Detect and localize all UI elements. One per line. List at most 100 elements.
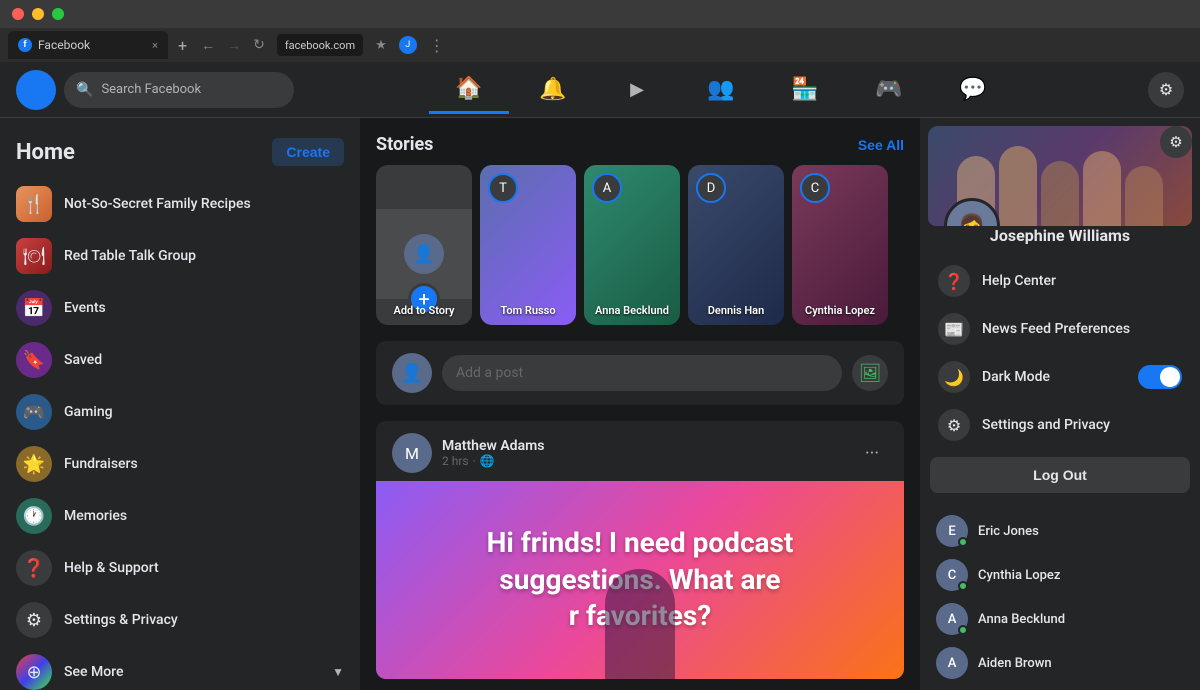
minimize-button[interactable] (32, 8, 44, 20)
dark-mode-toggle[interactable] (1138, 365, 1182, 389)
dark-mode-label: Dark Mode (982, 369, 1050, 385)
story-tom-russo[interactable]: T Tom Russo (480, 165, 576, 325)
sidebar-item-label: Settings & Privacy (64, 612, 178, 628)
fundraisers-icon: 🌟 (16, 446, 52, 482)
post-header: M Matthew Adams 2 hrs · 🌐 ··· (376, 421, 904, 481)
settings-privacy-label: Settings and Privacy (982, 417, 1110, 433)
nav-marketplace[interactable]: 🏪 (765, 66, 845, 114)
home-icon: 🏠 (455, 76, 482, 101)
sidebar-item-memories[interactable]: 🕐 Memories (8, 490, 352, 542)
profile-banner: 👩 (928, 126, 1192, 226)
sidebar-item-saved[interactable]: 🔖 Saved (8, 334, 352, 386)
online-indicator (958, 625, 968, 635)
see-all-button[interactable]: See All (858, 137, 904, 153)
logout-button[interactable]: Log Out (930, 457, 1190, 493)
sidebar-item-label: Not-So-Secret Family Recipes (64, 196, 251, 212)
sidebar-item-settings[interactable]: ⚙ Settings & Privacy (8, 594, 352, 646)
maximize-button[interactable] (52, 8, 64, 20)
browser-profile-icon[interactable]: J (399, 36, 417, 54)
nav-right: ⚙ (1148, 72, 1184, 108)
post-input[interactable]: Add a post (442, 355, 842, 391)
contact-betty-chen[interactable]: B Betty Chen (928, 685, 1192, 690)
post-placeholder: Add a post (456, 365, 523, 381)
sidebar-item-help[interactable]: ❓ Help & Support (8, 542, 352, 594)
top-navigation: 🔍 Search Facebook 🏠 🔔 ▶ 👥 🏪 🎮 � (0, 62, 1200, 118)
contact-aiden-brown[interactable]: A Aiden Brown (928, 641, 1192, 685)
post-author-name: Matthew Adams (442, 438, 846, 454)
create-button[interactable]: Create (272, 138, 344, 166)
news-feed-prefs-item[interactable]: 📰 News Feed Preferences (928, 305, 1192, 353)
contact-cynthia-lopez[interactable]: C Cynthia Lopez (928, 553, 1192, 597)
settings-privacy-item[interactable]: ⚙ Settings and Privacy (928, 401, 1192, 449)
post-media-button[interactable]: 🖼 (852, 355, 888, 391)
gear-button[interactable]: ⚙ (1160, 126, 1192, 158)
post-options-button[interactable]: ··· (856, 437, 888, 469)
post-figure-silhouette (605, 569, 675, 679)
back-button[interactable]: ← (201, 37, 215, 54)
sidebar-item-recipes[interactable]: 🍴 Not-So-Secret Family Recipes (8, 178, 352, 230)
nav-watch[interactable]: ▶ (597, 66, 677, 114)
nav-notifications[interactable]: 🔔 (513, 66, 593, 114)
refresh-button[interactable]: ↻ (253, 37, 265, 53)
new-tab-button[interactable]: + (172, 36, 193, 55)
contact-name: Aiden Brown (978, 656, 1052, 671)
events-icon: 📅 (16, 290, 52, 326)
tab-close-icon[interactable]: × (152, 39, 158, 52)
settings-icon: ⚙ (1159, 80, 1173, 99)
recipes-icon: 🍴 (16, 186, 52, 222)
post-user-info: Matthew Adams 2 hrs · 🌐 (442, 438, 846, 468)
address-text: facebook.com (285, 39, 355, 52)
sidebar-item-label: Saved (64, 352, 102, 368)
post-image: Hi friendsnds! I need podcast suggesgges… (376, 481, 904, 679)
settings-privacy-icon: ⚙ (938, 409, 970, 441)
nav-center: 🏠 🔔 ▶ 👥 🏪 🎮 💬 (294, 66, 1148, 114)
toggle-knob (1160, 367, 1180, 387)
story-cynthia-lopez[interactable]: C Cynthia Lopez (792, 165, 888, 325)
redtable-icon: 🍽 (16, 238, 52, 274)
browser-chrome: f Facebook × + ← → ↻ facebook.com ★ J ⋮ (0, 0, 1200, 62)
search-bar[interactable]: 🔍 Search Facebook (64, 72, 294, 108)
sidebar-item-gaming[interactable]: 🎮 Gaming (8, 386, 352, 438)
nav-home[interactable]: 🏠 (429, 66, 509, 114)
right-panel: ⚙ 👩 (920, 118, 1200, 690)
sidebar-item-see-more[interactable]: ⊕ See More ▼ (8, 646, 352, 690)
help-center-label: Help Center (982, 273, 1056, 289)
nav-gaming[interactable]: 🎮 (849, 66, 929, 114)
stories-title: Stories (376, 134, 433, 155)
address-bar[interactable]: facebook.com (277, 34, 363, 56)
contact-avatar: E (936, 515, 968, 547)
forward-button[interactable]: → (227, 37, 241, 54)
facebook-logo (16, 70, 56, 110)
post-box-avatar: 👤 (392, 353, 432, 393)
sidebar-item-redtable[interactable]: 🍽 Red Table Talk Group (8, 230, 352, 282)
story-add-avatar: 👤 (404, 234, 444, 274)
sidebar-item-events[interactable]: 📅 Events (8, 282, 352, 334)
separator: · (473, 454, 476, 468)
story-anna-becklund[interactable]: A Anna Becklund (584, 165, 680, 325)
browser-menu-icon[interactable]: ⋮ (429, 36, 445, 55)
contact-anna-becklund[interactable]: A Anna Becklund (928, 597, 1192, 641)
help-icon: ❓ (16, 550, 52, 586)
chevron-down-icon: ▼ (332, 665, 344, 679)
settings-sidebar-icon: ⚙ (16, 602, 52, 638)
contact-eric-jones[interactable]: E Eric Jones (928, 509, 1192, 553)
nav-messenger[interactable]: 💬 (933, 66, 1013, 114)
story-dennis-han[interactable]: D Dennis Han (688, 165, 784, 325)
browser-tab[interactable]: f Facebook × (8, 31, 168, 59)
news-feed-label: News Feed Preferences (982, 321, 1130, 337)
online-indicator (958, 537, 968, 547)
privacy-icon: 🌐 (480, 454, 495, 468)
post-card: M Matthew Adams 2 hrs · 🌐 ··· Hi friends… (376, 421, 904, 679)
dark-mode-item[interactable]: 🌙 Dark Mode (928, 353, 1192, 401)
add-story-card[interactable]: 👤 + Add to Story (376, 165, 472, 325)
settings-nav-button[interactable]: ⚙ (1148, 72, 1184, 108)
bookmark-icon[interactable]: ★ (375, 38, 387, 53)
help-center-item[interactable]: ❓ Help Center (928, 257, 1192, 305)
sidebar-item-fundraisers[interactable]: 🌟 Fundraisers (8, 438, 352, 490)
sidebar-item-label: Help & Support (64, 560, 159, 576)
contact-avatar: A (936, 603, 968, 635)
close-button[interactable] (12, 8, 24, 20)
sidebar-item-label: Memories (64, 508, 127, 524)
nav-friends[interactable]: 👥 (681, 66, 761, 114)
dark-mode-icon: 🌙 (938, 361, 970, 393)
